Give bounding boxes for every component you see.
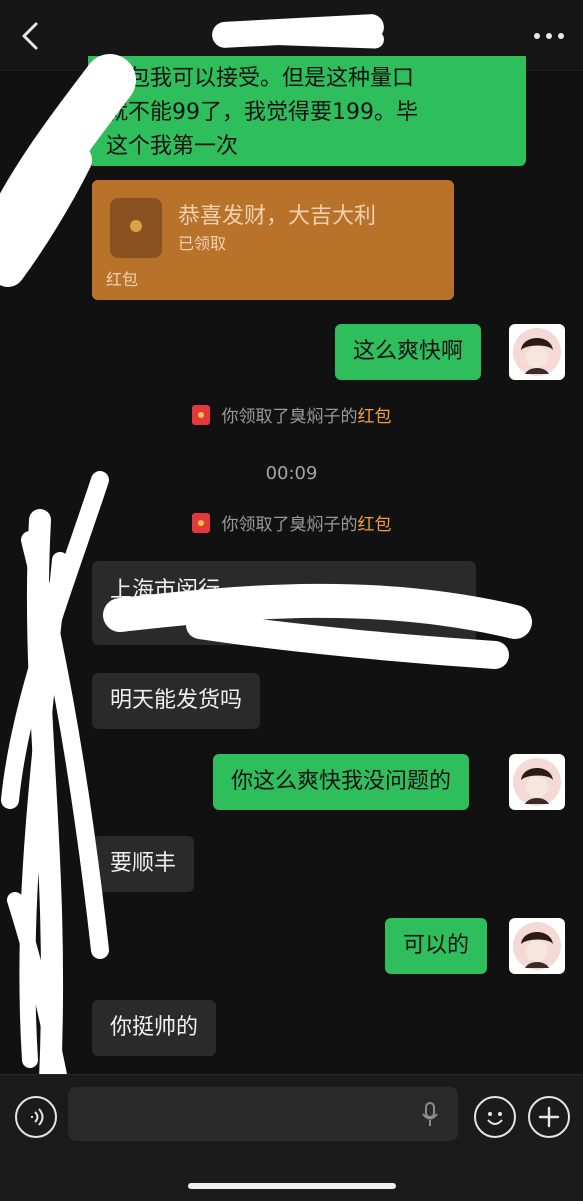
avatar[interactable]	[509, 754, 565, 810]
red-packet-link[interactable]: 红包	[358, 407, 392, 427]
input-bar	[0, 1074, 583, 1201]
home-indicator	[188, 1183, 396, 1189]
message-text: 你这么爽快我没问题的	[231, 769, 452, 794]
timestamp: 00:09	[265, 463, 318, 484]
back-button[interactable]	[16, 20, 48, 52]
red-packet-message[interactable]: 恭喜发财，大吉大利 已领取 红包	[92, 180, 454, 300]
avatar[interactable]	[509, 918, 565, 974]
voice-toggle-button[interactable]	[15, 1096, 57, 1138]
message-bubble-outgoing[interactable]: 可以的	[385, 918, 488, 974]
message-text: 红包我可以接受。但是这种量口	[106, 66, 415, 91]
message-bubble-incoming[interactable]: 上海市闵行	[92, 561, 476, 645]
red-packet-link[interactable]: 红包	[358, 515, 392, 535]
message-text: 明天能发货吗	[110, 688, 243, 713]
message-text: 你挺帅的	[110, 1015, 199, 1040]
message-input[interactable]	[68, 1087, 458, 1141]
system-notice: 你领取了臭焖子的红包	[0, 510, 583, 535]
voice-icon	[31, 1108, 44, 1126]
more-dots-icon	[534, 33, 564, 39]
system-notice: 你领取了臭焖子的红包	[0, 402, 583, 427]
red-envelope-icon	[191, 513, 210, 533]
message-text: 这个我第一次	[106, 134, 239, 159]
emoji-button[interactable]	[474, 1096, 516, 1138]
system-notice-text: 你领取了臭焖子的	[221, 515, 358, 535]
message-bubble-incoming[interactable]: 你挺帅的	[92, 1000, 217, 1056]
message-bubble-outgoing[interactable]: 这么爽快啊	[335, 324, 482, 380]
emoji-icon	[487, 1112, 503, 1125]
mic-icon[interactable]	[420, 1101, 440, 1129]
message-bubble-incoming[interactable]: 要顺丰	[92, 836, 195, 892]
chevron-left-icon	[22, 22, 38, 50]
message-text: 就不能99了，我觉得要199。毕	[106, 100, 418, 125]
message-bubble-outgoing[interactable]: 你这么爽快我没问题的	[213, 754, 470, 810]
plus-icon	[538, 1106, 560, 1128]
red-envelope-icon	[191, 405, 210, 425]
red-packet-label: 红包	[106, 270, 139, 289]
message-bubble-outgoing[interactable]: 红包我可以接受。但是这种量口 就不能99了，我觉得要199。毕 这个我第一次	[88, 56, 526, 166]
avatar-illustration	[513, 758, 561, 806]
message-text: 可以的	[403, 933, 470, 958]
message-text: 这么爽快啊	[353, 339, 464, 364]
red-packet-status: 已领取	[178, 234, 227, 253]
message-bubble-incoming[interactable]: 明天能发货吗	[92, 673, 261, 729]
message-text: 要顺丰	[110, 851, 177, 876]
plus-button[interactable]	[528, 1096, 570, 1138]
red-packet-title: 恭喜发财，大吉大利	[178, 204, 377, 229]
more-button[interactable]	[531, 22, 567, 50]
system-notice-text: 你领取了臭焖子的	[221, 407, 358, 427]
message-text: 上海市闵行	[110, 578, 221, 603]
avatar[interactable]	[509, 324, 565, 380]
red-packet-icon	[110, 198, 162, 258]
avatar-illustration	[513, 922, 561, 970]
avatar-illustration	[513, 328, 561, 376]
